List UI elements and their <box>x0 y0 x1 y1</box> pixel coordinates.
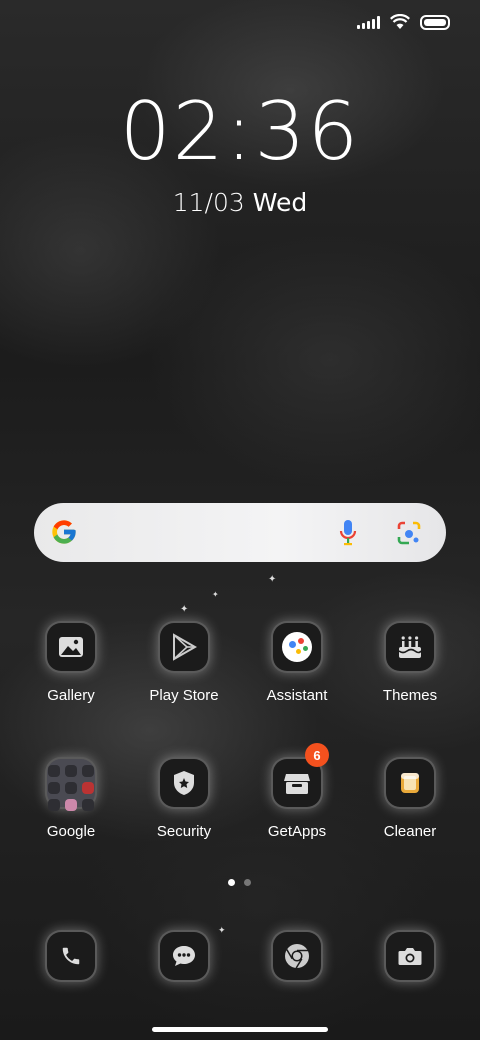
sparkle-icon: ✦ <box>212 590 219 599</box>
play-store-icon <box>160 623 208 671</box>
app-label: Assistant <box>266 687 328 704</box>
app-themes[interactable]: Themes <box>355 623 465 704</box>
battery-icon <box>420 14 450 30</box>
app-security[interactable]: Security <box>129 759 239 840</box>
chrome-icon <box>273 932 321 980</box>
app-label: Google <box>46 823 96 840</box>
messages-icon <box>160 932 208 980</box>
clock-date[interactable]: 11/03 Wed <box>0 188 480 217</box>
sparkle-icon: ✦ <box>268 574 277 585</box>
date-number: 11/03 <box>172 188 245 217</box>
app-label: Play Store <box>149 687 219 704</box>
app-label: Security <box>156 823 212 840</box>
dock-chrome[interactable] <box>242 932 352 980</box>
app-label: Themes <box>382 687 438 704</box>
wifi-icon <box>390 14 410 29</box>
app-assistant[interactable]: Assistant <box>242 623 352 704</box>
mic-icon[interactable] <box>339 519 357 547</box>
app-gallery[interactable]: Gallery <box>16 623 126 704</box>
home-gesture-bar[interactable] <box>152 1027 328 1032</box>
google-search-bar[interactable] <box>34 503 446 562</box>
assistant-icon <box>273 623 321 671</box>
google-logo-icon <box>52 520 76 544</box>
app-play-store[interactable]: Play Store <box>129 623 239 704</box>
dock-camera[interactable] <box>355 932 465 980</box>
page-indicator <box>228 879 251 886</box>
app-label: Cleaner <box>383 823 437 840</box>
status-bar <box>357 14 450 30</box>
notification-badge: 6 <box>305 743 329 767</box>
page-dot-active <box>228 879 235 886</box>
app-label: Gallery <box>47 687 95 704</box>
date-day: Wed <box>252 188 308 217</box>
security-icon <box>160 759 208 807</box>
app-label: GetApps <box>267 823 327 840</box>
getapps-icon: 6 <box>273 743 329 807</box>
signal-icon <box>357 15 380 29</box>
page-dot <box>244 879 251 886</box>
gallery-icon <box>47 623 95 671</box>
app-google-folder[interactable]: Google <box>16 759 126 840</box>
google-folder-icon <box>47 759 95 811</box>
dock-phone[interactable] <box>16 932 126 980</box>
camera-icon <box>386 932 434 980</box>
dock-messages[interactable] <box>129 932 239 980</box>
phone-icon <box>47 932 95 980</box>
sparkle-icon: ✦ <box>180 604 189 615</box>
clock-time[interactable]: 02:36 <box>0 92 480 172</box>
themes-icon <box>386 623 434 671</box>
app-cleaner[interactable]: Cleaner <box>355 759 465 840</box>
app-getapps[interactable]: 6 GetApps <box>242 743 352 840</box>
google-lens-icon[interactable] <box>396 520 422 546</box>
cleaner-icon <box>386 759 434 807</box>
